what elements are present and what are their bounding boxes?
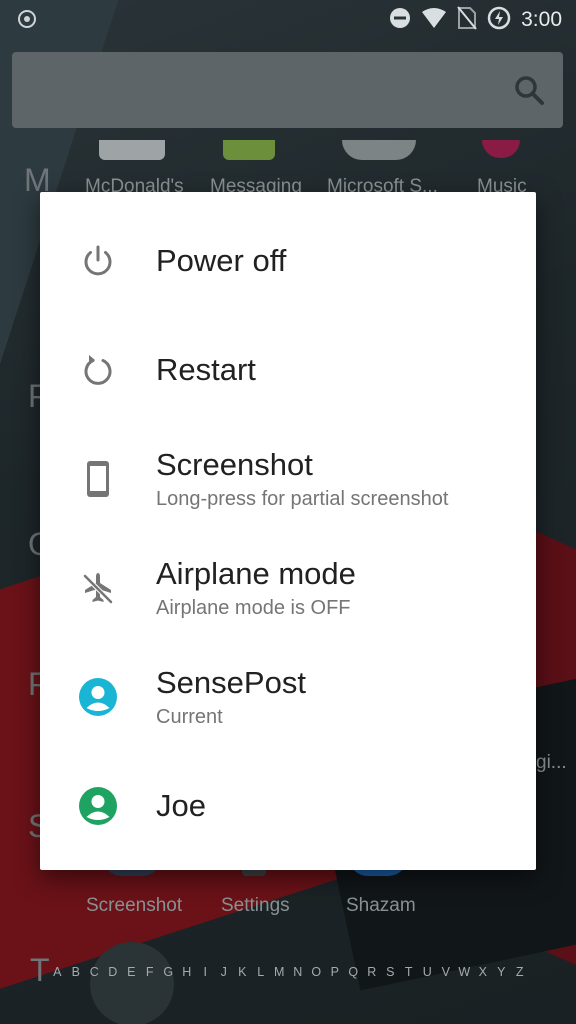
user-sensepost-item[interactable]: SensePost Current <box>40 642 536 751</box>
alphabet-letter[interactable]: S <box>381 965 400 979</box>
airplane-off-icon <box>76 566 120 610</box>
section-letter: T <box>30 952 50 988</box>
alphabet-letter[interactable]: R <box>363 965 382 979</box>
alphabet-letter[interactable]: D <box>104 965 123 979</box>
item-subtitle: Long-press for partial screenshot <box>156 487 449 510</box>
alphabet-letter[interactable]: X <box>474 965 493 979</box>
app-icon[interactable] <box>223 140 275 160</box>
user-avatar-icon <box>76 784 120 828</box>
alphabet-letter[interactable]: Y <box>492 965 511 979</box>
screenshot-item[interactable]: Screenshot Long-press for partial screen… <box>40 424 536 533</box>
alphabet-letter[interactable]: O <box>307 965 326 979</box>
alphabet-letter[interactable]: L <box>252 965 271 979</box>
item-title: Restart <box>156 351 256 387</box>
status-time: 3:00 <box>521 8 562 31</box>
alphabet-letter[interactable]: C <box>85 965 104 979</box>
alphabet-letter[interactable]: J <box>215 965 234 979</box>
alphabet-letter[interactable]: Z <box>511 965 530 979</box>
restart-icon <box>76 348 120 392</box>
phone-icon <box>76 457 120 501</box>
item-title: Power off <box>156 242 287 278</box>
alphabet-highlight <box>90 942 174 1024</box>
battery-charging-icon <box>487 6 511 35</box>
app-label[interactable]: gi... <box>536 752 567 774</box>
app-label[interactable]: Settings <box>221 895 290 917</box>
alphabet-letter[interactable]: P <box>326 965 345 979</box>
item-title: Airplane mode <box>156 555 356 591</box>
alphabet-letter[interactable]: A <box>48 965 67 979</box>
power-menu-dialog: Power off Restart Screenshot Long-press … <box>40 192 536 870</box>
alphabet-letter[interactable]: I <box>196 965 215 979</box>
app-label[interactable]: Shazam <box>346 895 416 917</box>
status-bar: 3:00 <box>0 0 576 40</box>
alphabet-letter[interactable]: T <box>400 965 419 979</box>
restart-item[interactable]: Restart <box>40 315 536 424</box>
app-icon[interactable] <box>482 140 520 158</box>
alphabet-letter[interactable]: F <box>141 965 160 979</box>
user-joe-item[interactable]: Joe <box>40 751 536 860</box>
alphabet-letter[interactable]: K <box>233 965 252 979</box>
record-icon <box>18 10 36 28</box>
no-sim-icon <box>457 5 477 35</box>
alphabet-letter[interactable]: V <box>437 965 456 979</box>
search-bar[interactable] <box>12 52 563 128</box>
power-off-item[interactable]: Power off <box>40 206 536 315</box>
alphabet-letter[interactable]: N <box>289 965 308 979</box>
app-label[interactable]: Screenshot <box>86 895 182 917</box>
alphabet-letter[interactable]: H <box>178 965 197 979</box>
item-subtitle: Current <box>156 705 223 728</box>
alphabet-letter[interactable]: U <box>418 965 437 979</box>
item-title: SensePost <box>156 664 306 700</box>
search-icon[interactable] <box>513 74 545 106</box>
alphabet-letter[interactable]: Q <box>344 965 363 979</box>
alphabet-letter[interactable]: B <box>67 965 86 979</box>
alphabet-letter[interactable]: G <box>159 965 178 979</box>
item-title: Screenshot <box>156 446 313 482</box>
app-icon[interactable] <box>342 140 416 160</box>
airplane-mode-item[interactable]: Airplane mode Airplane mode is OFF <box>40 533 536 642</box>
alphabet-letter[interactable]: E <box>122 965 141 979</box>
item-title: Joe <box>156 787 206 823</box>
alphabet-letter[interactable]: W <box>455 965 474 979</box>
alphabet-index[interactable]: A B C D E F G H I J K L M N O P Q R S T … <box>48 965 529 979</box>
item-subtitle: Airplane mode is OFF <box>156 596 351 619</box>
power-icon <box>76 239 120 283</box>
do-not-disturb-icon <box>389 7 411 34</box>
user-avatar-icon <box>76 675 120 719</box>
wifi-icon <box>421 7 447 34</box>
alphabet-letter[interactable]: M <box>270 965 289 979</box>
app-icon[interactable] <box>99 140 165 160</box>
